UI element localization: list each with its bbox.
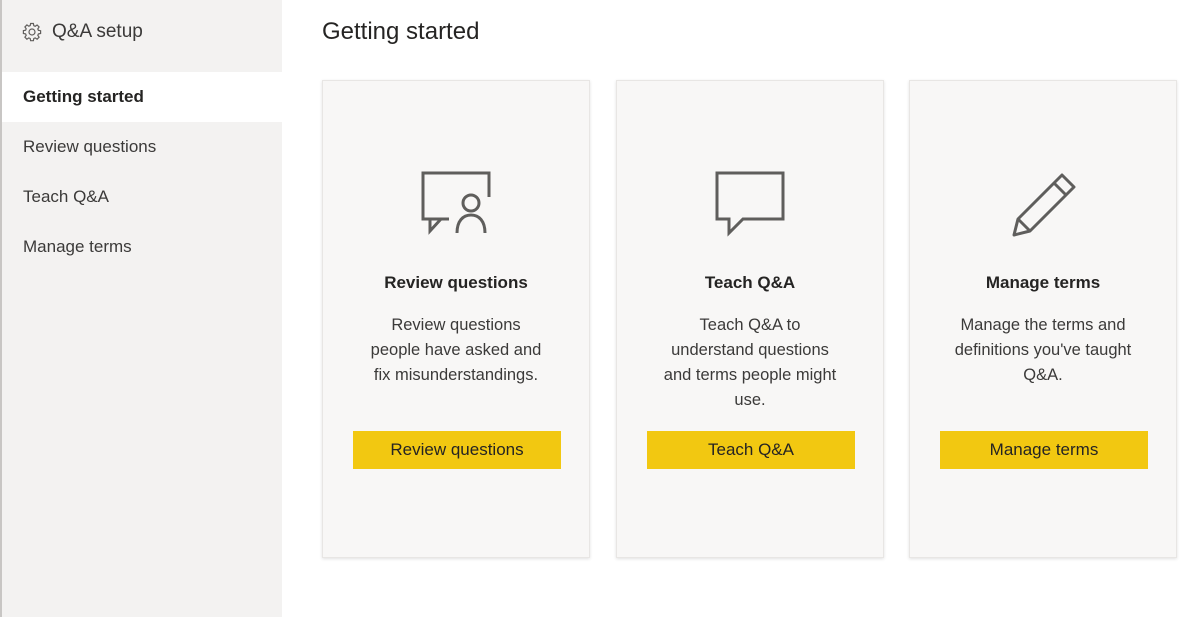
card-title: Teach Q&A [704, 273, 796, 292]
sidebar-item-getting-started[interactable]: Getting started [2, 72, 282, 122]
manage-terms-button[interactable]: Manage terms [940, 431, 1148, 469]
sidebar-nav: Getting started Review questions Teach Q… [2, 72, 282, 272]
gear-icon [22, 22, 42, 42]
review-questions-card: Review questions Review questions people… [322, 80, 590, 558]
teach-qa-card: Teach Q&A Teach Q&A to understand questi… [616, 80, 884, 558]
sidebar-item-manage-terms[interactable]: Manage terms [2, 222, 282, 272]
sidebar-title: Q&A setup [52, 21, 143, 42]
sidebar-header: Q&A setup [22, 18, 143, 46]
card-description: Teach Q&A to understand questions and te… [663, 316, 837, 409]
review-questions-button[interactable]: Review questions [353, 431, 561, 469]
qa-setup-app: Q&A setup Getting started Review questio… [0, 0, 1182, 617]
chat-bubble-icon [715, 171, 785, 237]
main-content: Getting started Review questions Review … [282, 0, 1182, 617]
card-title: Review questions [384, 273, 528, 292]
card-description: Manage the terms and definitions you've … [954, 316, 1132, 384]
card-title: Manage terms [985, 273, 1101, 292]
chat-person-icon [421, 171, 491, 235]
sidebar-item-review-questions[interactable]: Review questions [2, 122, 282, 172]
teach-qa-button[interactable]: Teach Q&A [647, 431, 855, 469]
sidebar: Q&A setup Getting started Review questio… [0, 0, 282, 617]
manage-terms-card: Manage terms Manage the terms and defini… [909, 80, 1177, 558]
page-title: Getting started [322, 18, 480, 45]
pencil-icon [1012, 173, 1076, 237]
sidebar-item-teach-qa[interactable]: Teach Q&A [2, 172, 282, 222]
card-description: Review questions people have asked and f… [370, 316, 542, 384]
